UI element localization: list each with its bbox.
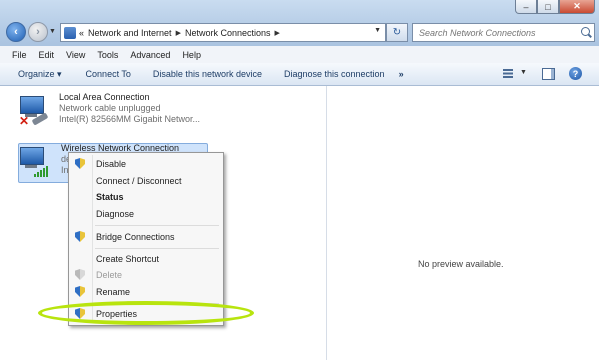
shield-icon — [75, 286, 85, 297]
connection-adapter: Intel(R) 82566MM Gigabit Networ... — [59, 114, 201, 124]
menu-item-bridge-connections[interactable]: Bridge Connections — [71, 229, 221, 245]
breadcrumb-network-and-internet[interactable]: Network and Internet — [88, 28, 172, 38]
diagnose-connection-button[interactable]: Diagnose this connection — [284, 69, 385, 79]
menu-separator — [95, 225, 219, 226]
connection-details: Local Area Connection Network cable unpl… — [59, 92, 200, 125]
search-box[interactable] — [412, 23, 595, 42]
breadcrumb-overflow[interactable]: « — [79, 28, 84, 38]
menu-item-label: Rename — [96, 287, 131, 297]
connect-to-button[interactable]: Connect To — [86, 69, 131, 79]
shield-icon — [75, 269, 85, 280]
menu-item-connect-disconnect[interactable]: Connect / Disconnect — [71, 173, 221, 189]
menu-item-label: Delete — [96, 270, 123, 280]
maximize-button[interactable]: □ — [537, 0, 559, 14]
forward-arrow-icon[interactable]: › — [28, 22, 48, 42]
view-dropdown-icon[interactable]: ▼ — [520, 69, 527, 76]
context-menu: Disable Connect / Disconnect Status Diag… — [68, 152, 224, 326]
menu-item-label: Disable — [96, 159, 127, 169]
command-bar: Organize ▾ Connect To Disable this netwo… — [0, 63, 599, 86]
navigation-row: ‹ › ▼ « Network and Internet ▶ Network C… — [0, 20, 599, 44]
control-panel-icon — [64, 26, 76, 39]
change-view-icon[interactable] — [503, 69, 513, 78]
menu-item-label: Bridge Connections — [96, 232, 175, 242]
breadcrumb-network-connections[interactable]: Network Connections — [185, 28, 271, 38]
preview-pane-divider[interactable] — [326, 86, 327, 360]
help-icon[interactable]: ? — [569, 67, 582, 80]
refresh-icon[interactable]: ↻ — [386, 23, 408, 42]
menu-advanced[interactable]: Advanced — [130, 50, 170, 60]
menu-bar: File Edit View Tools Advanced Help — [0, 46, 599, 64]
breadcrumb-chevron-icon[interactable]: ▶ — [275, 29, 280, 37]
menu-item-create-shortcut[interactable]: Create Shortcut — [71, 251, 221, 267]
back-arrow-icon[interactable]: ‹ — [6, 22, 26, 42]
shield-icon — [75, 158, 85, 169]
connection-name: Local Area Connection — [59, 92, 150, 102]
menu-item-label: Create Shortcut — [96, 254, 160, 264]
menu-tools[interactable]: Tools — [97, 50, 118, 60]
window-titlebar: – □ ✕ ‹ › ▼ « Network and Internet ▶ Net… — [0, 0, 599, 46]
connection-status: Network cable unplugged — [59, 103, 161, 113]
connection-local-area[interactable]: ✕ Local Area Connection Network cable un… — [0, 92, 320, 132]
menu-view[interactable]: View — [66, 50, 85, 60]
preview-pane-icon[interactable] — [542, 68, 555, 80]
wired-network-disconnected-icon: ✕ — [18, 94, 50, 128]
menu-item-label: Status — [96, 192, 124, 202]
menu-item-label: Connect / Disconnect — [96, 176, 182, 186]
window-controls: – □ ✕ — [515, 0, 595, 14]
menu-file[interactable]: File — [12, 50, 27, 60]
menu-help[interactable]: Help — [182, 50, 201, 60]
menu-item-diagnose[interactable]: Diagnose — [71, 206, 221, 222]
preview-pane-message: No preview available. — [418, 259, 504, 269]
minimize-button[interactable]: – — [515, 0, 537, 14]
more-commands-button[interactable]: » — [399, 69, 404, 79]
menu-separator — [95, 248, 219, 249]
organize-button[interactable]: Organize ▾ — [18, 69, 62, 80]
menu-item-label: Diagnose — [96, 209, 135, 219]
breadcrumb-chevron-icon[interactable]: ▶ — [176, 29, 181, 37]
menu-item-delete: Delete — [71, 267, 221, 283]
wireless-network-icon — [18, 145, 50, 179]
recent-pages-dropdown-icon[interactable]: ▼ — [49, 28, 56, 35]
highlight-ring-annotation — [38, 301, 254, 325]
menu-item-disable[interactable]: Disable — [71, 156, 221, 172]
address-dropdown-icon[interactable]: ▼ — [374, 27, 381, 34]
close-button[interactable]: ✕ — [559, 0, 595, 14]
shield-icon — [75, 231, 85, 242]
search-icon[interactable] — [581, 27, 590, 36]
search-input[interactable] — [417, 26, 581, 39]
menu-item-status[interactable]: Status — [71, 189, 221, 205]
disable-device-button[interactable]: Disable this network device — [153, 69, 262, 79]
menu-item-rename[interactable]: Rename — [71, 284, 221, 300]
address-bar[interactable]: « Network and Internet ▶ Network Connect… — [60, 23, 386, 42]
menu-edit[interactable]: Edit — [39, 50, 55, 60]
